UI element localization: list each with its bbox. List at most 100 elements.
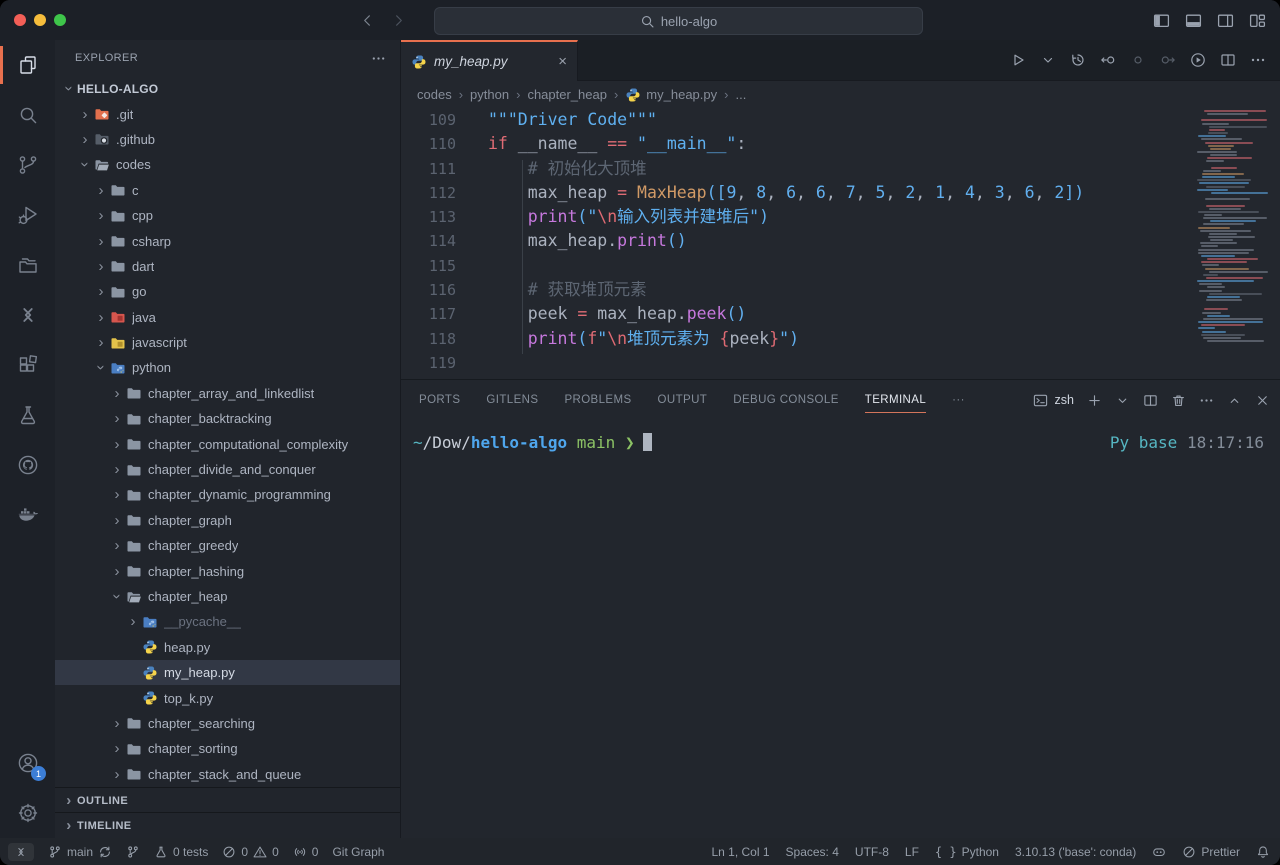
minimize-window-button[interactable] — [34, 14, 46, 26]
status-remote-indicator[interactable] — [8, 843, 34, 861]
more-actions-button[interactable] — [1250, 52, 1266, 68]
command-center-search[interactable]: hello-algo — [434, 7, 923, 35]
code-line-115[interactable]: 115 — [401, 254, 1280, 278]
navigate-back-button[interactable] — [360, 13, 375, 28]
code-line-111[interactable]: 111 # 初始化大顶堆 — [401, 157, 1280, 181]
code-line-118[interactable]: 118 print(f"\n堆顶元素为 {peek}") — [401, 327, 1280, 351]
tree-item-python[interactable]: ›python — [55, 355, 400, 380]
explorer-more-actions-button[interactable] — [371, 51, 386, 66]
run-or-debug-button[interactable] — [1190, 52, 1206, 68]
code-line-112[interactable]: 112 max_heap = MaxHeap([9, 8, 6, 6, 7, 5… — [401, 181, 1280, 205]
panel-more-button[interactable] — [1199, 393, 1214, 408]
breadcrumb-chapter_heap[interactable]: chapter_heap — [527, 87, 607, 102]
minimap[interactable] — [1197, 110, 1275, 350]
panel-tab-output[interactable]: OUTPUT — [658, 380, 708, 420]
tree-item-heap.py[interactable]: heap.py — [55, 635, 400, 660]
activity-bar-search[interactable] — [0, 90, 55, 140]
activity-bar-run-and-debug[interactable] — [0, 190, 55, 240]
tree-item-chapter_dynamic_programming[interactable]: ›chapter_dynamic_programming — [55, 482, 400, 507]
toggle-panel-button[interactable] — [1185, 12, 1202, 29]
zoom-window-button[interactable] — [54, 14, 66, 26]
panel-tab-gitlens[interactable]: GITLENS — [486, 380, 538, 420]
tab-my-heap-py[interactable]: my_heap.py × — [401, 40, 578, 81]
activity-bar-github[interactable] — [0, 440, 55, 490]
status-ports-forwarded[interactable]: 0 — [293, 845, 319, 859]
close-panel-button[interactable] — [1255, 393, 1270, 408]
breadcrumb-codes[interactable]: codes — [417, 87, 452, 102]
outline-section-header[interactable]: › OUTLINE — [55, 787, 400, 813]
activity-bar-settings[interactable] — [0, 788, 55, 838]
tree-item-chapter_graph[interactable]: ›chapter_graph — [55, 508, 400, 533]
code-line-109[interactable]: 109"""Driver Code""" — [401, 108, 1280, 132]
next-change-button[interactable] — [1160, 52, 1176, 68]
breadcrumb-...[interactable]: ... — [735, 87, 746, 102]
tree-item-java[interactable]: ›java — [55, 305, 400, 330]
split-terminal-button[interactable] — [1143, 393, 1158, 408]
breadcrumb-my_heap.py[interactable]: my_heap.py — [625, 87, 717, 103]
status-tests[interactable]: 0 tests — [154, 845, 208, 859]
panel-tab--[interactable]: ··· — [952, 380, 965, 420]
run-dropdown[interactable] — [1040, 52, 1056, 68]
status-language-mode[interactable]: { }Python — [935, 845, 999, 859]
terminal-dropdown[interactable] — [1115, 393, 1130, 408]
tree-item-chapter_sorting[interactable]: ›chapter_sorting — [55, 736, 400, 761]
tree-item-go[interactable]: ›go — [55, 279, 400, 304]
status-copilot[interactable] — [1152, 845, 1166, 859]
panel-tab-terminal[interactable]: TERMINAL — [865, 380, 926, 420]
maximize-panel-button[interactable] — [1227, 393, 1242, 408]
tree-item-dart[interactable]: ›dart — [55, 254, 400, 279]
tree-item-cpp[interactable]: ›cpp — [55, 203, 400, 228]
activity-bar-source-control[interactable] — [0, 140, 55, 190]
tree-item-javascript[interactable]: ›javascript — [55, 330, 400, 355]
code-line-119[interactable]: 119 — [401, 351, 1280, 375]
tree-item-chapter_computational_complexity[interactable]: ›chapter_computational_complexity — [55, 431, 400, 456]
status-git-graph[interactable]: Git Graph — [332, 845, 384, 859]
tree-item-chapter_greedy[interactable]: ›chapter_greedy — [55, 533, 400, 558]
code-editor[interactable]: 109"""Driver Code"""110if __name__ == "_… — [401, 108, 1280, 380]
customize-layout-button[interactable] — [1249, 12, 1266, 29]
tree-item-csharp[interactable]: ›csharp — [55, 228, 400, 253]
tree-item-chapter_searching[interactable]: ›chapter_searching — [55, 711, 400, 736]
status-python-interpreter[interactable]: 3.10.13 ('base': conda) — [1015, 845, 1136, 859]
tree-item-chapter_hashing[interactable]: ›chapter_hashing — [55, 558, 400, 583]
status-eol[interactable]: LF — [905, 845, 919, 859]
tree-item-c[interactable]: ›c — [55, 178, 400, 203]
breadcrumb-python[interactable]: python — [470, 87, 509, 102]
previous-change-button[interactable] — [1130, 52, 1146, 68]
panel-tab-debug-console[interactable]: DEBUG CONSOLE — [733, 380, 839, 420]
panel-tab-ports[interactable]: PORTS — [419, 380, 460, 420]
close-window-button[interactable] — [14, 14, 26, 26]
status-indentation[interactable]: Spaces: 4 — [786, 845, 839, 859]
tree-item-HELLO-ALGO[interactable]: ›HELLO-ALGO — [55, 76, 400, 101]
activity-bar-project-manager[interactable] — [0, 240, 55, 290]
activity-bar-testing[interactable] — [0, 390, 55, 440]
tree-item-chapter_heap[interactable]: ›chapter_heap — [55, 584, 400, 609]
status-git-branch[interactable]: main — [48, 845, 112, 859]
tree-item-chapter_stack_and_queue[interactable]: ›chapter_stack_and_queue — [55, 762, 400, 787]
tree-item-chapter_divide_and_conquer[interactable]: ›chapter_divide_and_conquer — [55, 457, 400, 482]
code-line-110[interactable]: 110if __name__ == "__main__": — [401, 132, 1280, 156]
new-terminal-button[interactable] — [1087, 393, 1102, 408]
activity-bar-remote-explorer[interactable] — [0, 290, 55, 340]
tree-item-my_heap.py[interactable]: my_heap.py — [55, 660, 400, 685]
tree-item-codes[interactable]: ›codes — [55, 152, 400, 177]
close-tab-button[interactable]: × — [558, 53, 567, 70]
status-cursor-position[interactable]: Ln 1, Col 1 — [711, 845, 769, 859]
activity-bar-docker[interactable] — [0, 490, 55, 540]
file-history-button[interactable] — [1070, 52, 1086, 68]
toggle-secondary-sidebar-button[interactable] — [1217, 12, 1234, 29]
timeline-section-header[interactable]: › TIMELINE — [55, 812, 400, 838]
status-problems[interactable]: 00 — [222, 845, 278, 859]
status-git-graph-branch[interactable] — [126, 845, 140, 859]
navigate-forward-button[interactable] — [391, 13, 406, 28]
tree-item-top_k.py[interactable]: top_k.py — [55, 685, 400, 710]
tree-item-.git[interactable]: ›.git — [55, 101, 400, 126]
code-line-116[interactable]: 116 # 获取堆顶元素 — [401, 278, 1280, 302]
run-python-file-button[interactable] — [1010, 52, 1026, 68]
code-line-114[interactable]: 114 max_heap.print() — [401, 229, 1280, 253]
tree-item-chapter_backtracking[interactable]: ›chapter_backtracking — [55, 406, 400, 431]
status-notifications-bell[interactable] — [1256, 845, 1270, 859]
tree-item-.github[interactable]: ›.github — [55, 127, 400, 152]
status-prettier[interactable]: Prettier — [1182, 845, 1240, 859]
toggle-primary-sidebar-button[interactable] — [1153, 12, 1170, 29]
